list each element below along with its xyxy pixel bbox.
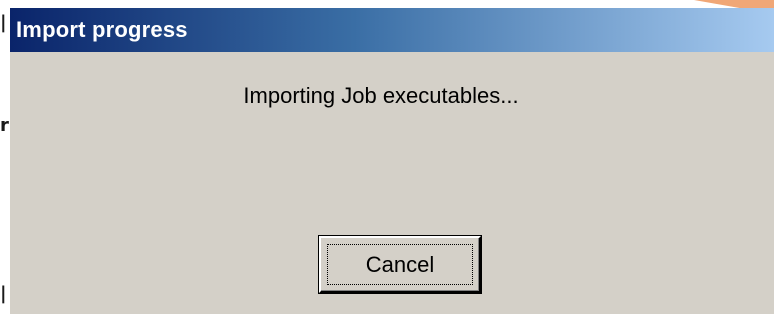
cancel-button[interactable]: Cancel <box>318 235 482 294</box>
import-progress-dialog: Import progress Importing Job executable… <box>10 8 774 314</box>
cancel-button-label: Cancel <box>327 244 473 285</box>
background-text-fragment: | <box>0 12 7 33</box>
dialog-title: Import progress <box>16 17 188 42</box>
dialog-titlebar[interactable]: Import progress <box>10 8 774 52</box>
background-text-fragment: | <box>0 283 7 304</box>
background-text-fragment: r <box>0 115 9 136</box>
background-window-edge: | r | <box>0 0 10 314</box>
status-message: Importing Job executables... <box>243 83 519 108</box>
